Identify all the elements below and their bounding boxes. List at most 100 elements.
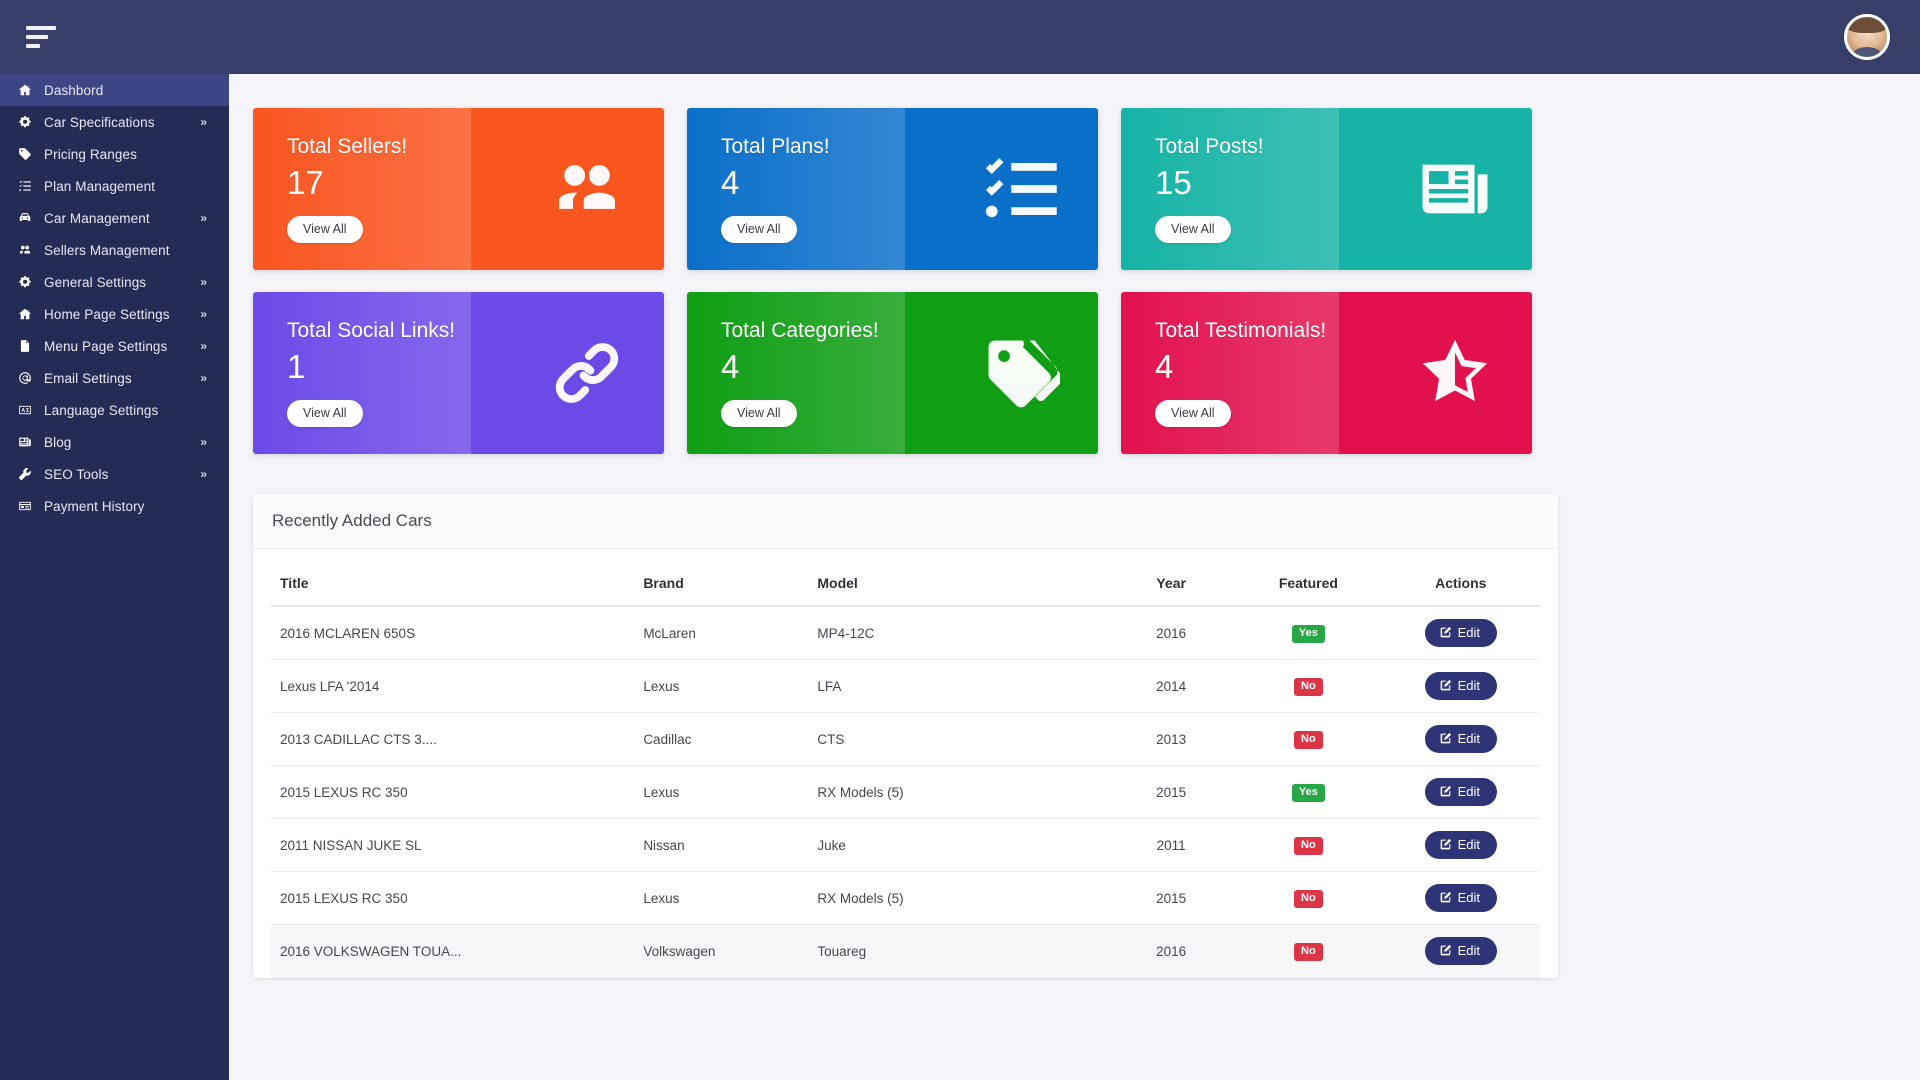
view-all-button[interactable]: View All	[1155, 400, 1231, 427]
cell-model: RX Models (5)	[811, 765, 1108, 819]
hamburger-line	[26, 35, 48, 39]
home-icon	[18, 83, 44, 97]
sidebar-item-label: Menu Page Settings	[44, 338, 168, 354]
cell-brand: Lexus	[637, 871, 812, 925]
edit-button-label: Edit	[1457, 731, 1480, 746]
cell-title: 2015 LEXUS RC 350	[271, 871, 638, 925]
cell-model: Touareg	[811, 924, 1108, 978]
avatar-hair	[1847, 17, 1887, 33]
edit-icon	[1439, 891, 1452, 904]
edit-icon	[1439, 838, 1452, 851]
sidebar-item-menu-page-settings[interactable]: Menu Page Settings »	[0, 330, 229, 362]
sidebar-item-seo-tools[interactable]: SEO Tools »	[0, 458, 229, 490]
card-value: 4	[721, 348, 740, 385]
column-header-title[interactable]: Title	[271, 561, 638, 607]
sidebar-item-label: Sellers Management	[44, 242, 170, 258]
cell-brand: Volkswagen	[637, 924, 812, 978]
sidebar-item-dashbord[interactable]: Dashbord	[0, 74, 229, 106]
cell-brand: McLaren	[637, 606, 812, 660]
column-header-year[interactable]: Year	[1107, 561, 1236, 607]
chevron-right-icon: »	[200, 435, 207, 449]
stat-card-total-plans: Total Plans! 4 View All	[687, 108, 1098, 270]
card-gradient-overlay	[687, 108, 905, 270]
avatar[interactable]	[1844, 14, 1890, 60]
sidebar-item-label: Language Settings	[44, 402, 159, 418]
sidebar-item-email-settings[interactable]: Email Settings »	[0, 362, 229, 394]
card-value: 1	[287, 348, 306, 385]
cell-model: MP4-12C	[811, 606, 1108, 660]
cell-featured: No	[1235, 871, 1382, 925]
sidebar-item-blog[interactable]: Blog »	[0, 426, 229, 458]
cell-actions: Edit	[1381, 712, 1540, 766]
gears-icon	[18, 115, 44, 129]
edit-button[interactable]: Edit	[1424, 672, 1497, 700]
edit-button[interactable]: Edit	[1424, 619, 1497, 647]
sidebar-item-payment-history[interactable]: Payment History	[0, 490, 229, 522]
view-all-button[interactable]: View All	[721, 400, 797, 427]
edit-button-label: Edit	[1457, 625, 1480, 640]
sidebar-item-pricing-ranges[interactable]: Pricing Ranges	[0, 138, 229, 170]
sidebar-item-label: General Settings	[44, 274, 147, 290]
chevron-right-icon: »	[200, 467, 207, 481]
edit-button[interactable]: Edit	[1424, 778, 1497, 806]
cell-featured: No	[1235, 659, 1382, 713]
cell-actions: Edit	[1381, 924, 1540, 978]
gears-icon	[18, 275, 44, 289]
view-all-button[interactable]: View All	[287, 400, 363, 427]
sidebar-item-general-settings[interactable]: General Settings »	[0, 266, 229, 298]
view-all-button[interactable]: View All	[721, 216, 797, 243]
edit-icon	[1439, 944, 1452, 957]
edit-button-label: Edit	[1457, 943, 1480, 958]
stat-card-total-posts: Total Posts! 15 View All	[1121, 108, 1532, 270]
sidebar-item-car-specifications[interactable]: Car Specifications »	[0, 106, 229, 138]
cell-actions: Edit	[1381, 606, 1540, 660]
sidebar-item-car-management[interactable]: Car Management »	[0, 202, 229, 234]
column-header-featured[interactable]: Featured	[1235, 561, 1382, 607]
sidebar-item-sellers-management[interactable]: Sellers Management	[0, 234, 229, 266]
checklist-icon	[982, 150, 1060, 228]
edit-button[interactable]: Edit	[1424, 884, 1497, 912]
sidebar-item-home-page-settings[interactable]: Home Page Settings »	[0, 298, 229, 330]
card-title: Total Posts!	[1155, 135, 1264, 158]
cell-model: Juke	[811, 818, 1108, 872]
sidebar-item-label: Home Page Settings	[44, 306, 170, 322]
column-header-brand[interactable]: Brand	[637, 561, 812, 607]
cell-brand: Lexus	[637, 659, 812, 713]
cell-featured: Yes	[1235, 606, 1382, 660]
newspaper-icon	[18, 435, 44, 449]
cell-actions: Edit	[1381, 871, 1540, 925]
edit-button[interactable]: Edit	[1424, 937, 1497, 965]
menu-toggle-icon[interactable]	[26, 24, 60, 50]
list-icon	[18, 179, 44, 193]
cars-table: Title Brand Model Year Featured Actions …	[271, 561, 1540, 978]
view-all-button[interactable]: View All	[287, 216, 363, 243]
sidebar-item-plan-management[interactable]: Plan Management	[0, 170, 229, 202]
edit-button[interactable]: Edit	[1424, 725, 1497, 753]
stat-card-total-social-links: Total Social Links! 1 View All	[253, 292, 664, 454]
cell-brand: Nissan	[637, 818, 812, 872]
cell-model: CTS	[811, 712, 1108, 766]
main-content: Total Sellers! 17 View All Total Plans! 4 Vie…	[229, 74, 1920, 1080]
wrench-icon	[18, 467, 44, 481]
cell-featured: No	[1235, 712, 1382, 766]
table-row: 2011 NISSAN JUKE SL Nissan Juke 2011 No Edit	[271, 818, 1540, 872]
card-value: 17	[287, 164, 324, 201]
chevron-right-icon: »	[200, 275, 207, 289]
table-body: 2016 MCLAREN 650S McLaren MP4-12C 2016 Yes Ed…	[271, 606, 1540, 978]
card-title: Total Testimonials!	[1155, 319, 1327, 342]
stat-card-total-testimonials: Total Testimonials! 4 View All	[1121, 292, 1532, 454]
stat-card-total-sellers: Total Sellers! 17 View All	[253, 108, 664, 270]
status-badge: No	[1294, 942, 1323, 961]
chevron-right-icon: »	[200, 115, 207, 129]
edit-icon	[1439, 626, 1452, 639]
column-header-model[interactable]: Model	[811, 561, 1108, 607]
cell-year: 2011	[1107, 818, 1236, 872]
column-header-actions[interactable]: Actions	[1381, 561, 1540, 607]
view-all-button[interactable]: View All	[1155, 216, 1231, 243]
users-icon	[548, 150, 626, 228]
edit-button[interactable]: Edit	[1424, 831, 1497, 859]
link-icon	[548, 334, 626, 412]
table-row: 2016 MCLAREN 650S McLaren MP4-12C 2016 Yes Ed…	[271, 606, 1540, 660]
sidebar-item-language-settings[interactable]: Language Settings	[0, 394, 229, 426]
cell-model: LFA	[811, 659, 1108, 713]
